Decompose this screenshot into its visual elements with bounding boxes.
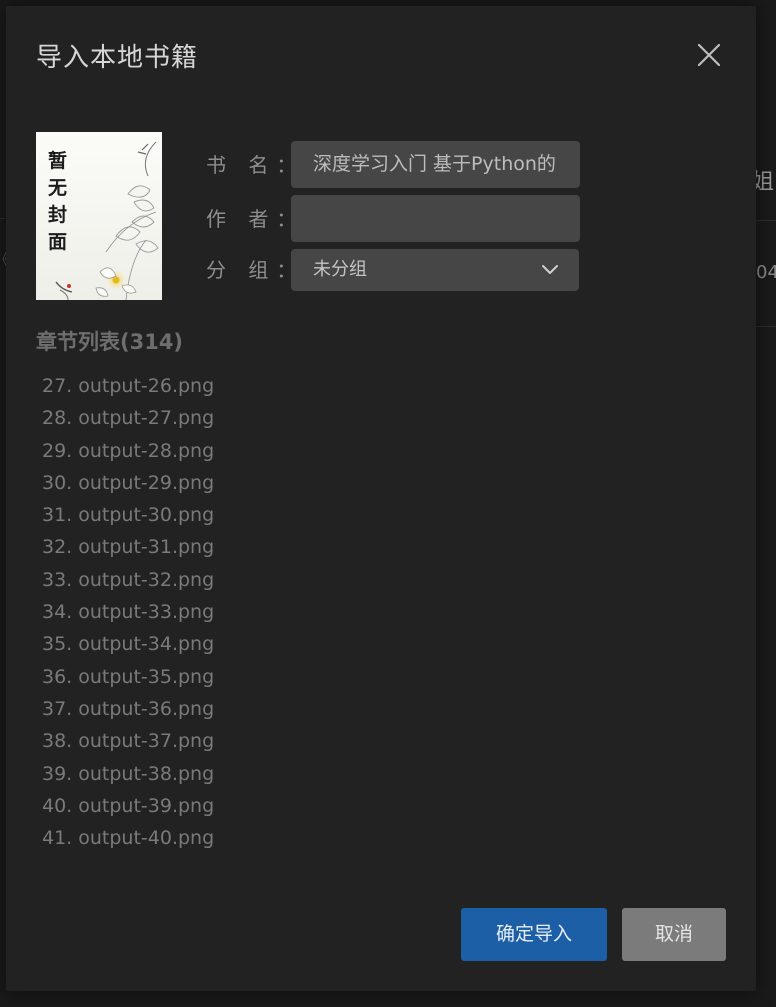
- confirm-import-button[interactable]: 确定导入: [461, 908, 607, 961]
- background-divider: [756, 326, 776, 327]
- dialog-title: 导入本地书籍: [36, 43, 199, 73]
- chapter-item[interactable]: 35. output-34.png: [42, 628, 214, 660]
- group-label: 分 组：: [206, 258, 305, 282]
- chapter-list: 27. output-26.png 28. output-27.png 29. …: [42, 370, 214, 854]
- chapter-item[interactable]: 36. output-35.png: [42, 661, 214, 693]
- author-row: 作 者：: [206, 195, 586, 243]
- chapter-item[interactable]: 33. output-32.png: [42, 564, 214, 596]
- group-row: 分 组： 未分组: [206, 246, 586, 294]
- chapter-item[interactable]: 34. output-33.png: [42, 596, 214, 628]
- book-name-input[interactable]: 深度学习入门 基于Python的: [291, 141, 580, 188]
- chapter-item[interactable]: 32. output-31.png: [42, 531, 214, 563]
- close-icon[interactable]: [694, 40, 724, 70]
- chapter-item[interactable]: 31. output-30.png: [42, 499, 214, 531]
- cancel-button[interactable]: 取消: [622, 908, 726, 961]
- chapter-item[interactable]: 38. output-37.png: [42, 725, 214, 757]
- svg-text:面: 面: [48, 231, 67, 253]
- chapter-item[interactable]: 40. output-39.png: [42, 790, 214, 822]
- chapter-item[interactable]: 27. output-26.png: [42, 370, 214, 402]
- group-select[interactable]: 未分组: [291, 249, 579, 291]
- svg-text:无: 无: [48, 177, 67, 199]
- chapter-item[interactable]: 41. output-40.png: [42, 822, 214, 854]
- chapter-item[interactable]: 28. output-27.png: [42, 402, 214, 434]
- chapter-item[interactable]: 37. output-36.png: [42, 693, 214, 725]
- author-input[interactable]: [291, 195, 580, 242]
- background-divider: [756, 220, 776, 221]
- book-cover-placeholder: 暂 无 封 面: [36, 132, 162, 300]
- author-label: 作 者：: [206, 207, 305, 231]
- chapter-item[interactable]: 30. output-29.png: [42, 467, 214, 499]
- import-book-dialog: 导入本地书籍 暂 无 封 面 书 名： 深度学习入门 基于Python的 作 者…: [6, 6, 756, 991]
- cover-illustration: 暂 无 封 面: [36, 132, 162, 300]
- chapter-list-heading: 章节列表(314): [36, 330, 184, 354]
- close-button[interactable]: [694, 40, 724, 70]
- svg-text:封: 封: [48, 203, 67, 226]
- chevron-down-icon: [542, 265, 558, 274]
- group-select-value: 未分组: [313, 259, 367, 280]
- cover-calligraphy-text: 暂: [48, 149, 67, 172]
- book-name-label: 书 名：: [206, 153, 305, 177]
- book-name-value: 深度学习入门 基于Python的: [313, 153, 556, 175]
- chapter-item[interactable]: 29. output-28.png: [42, 435, 214, 467]
- book-name-row: 书 名： 深度学习入门 基于Python的: [206, 141, 586, 189]
- background-text-fragment: 04: [756, 262, 776, 283]
- chapter-item[interactable]: 39. output-38.png: [42, 758, 214, 790]
